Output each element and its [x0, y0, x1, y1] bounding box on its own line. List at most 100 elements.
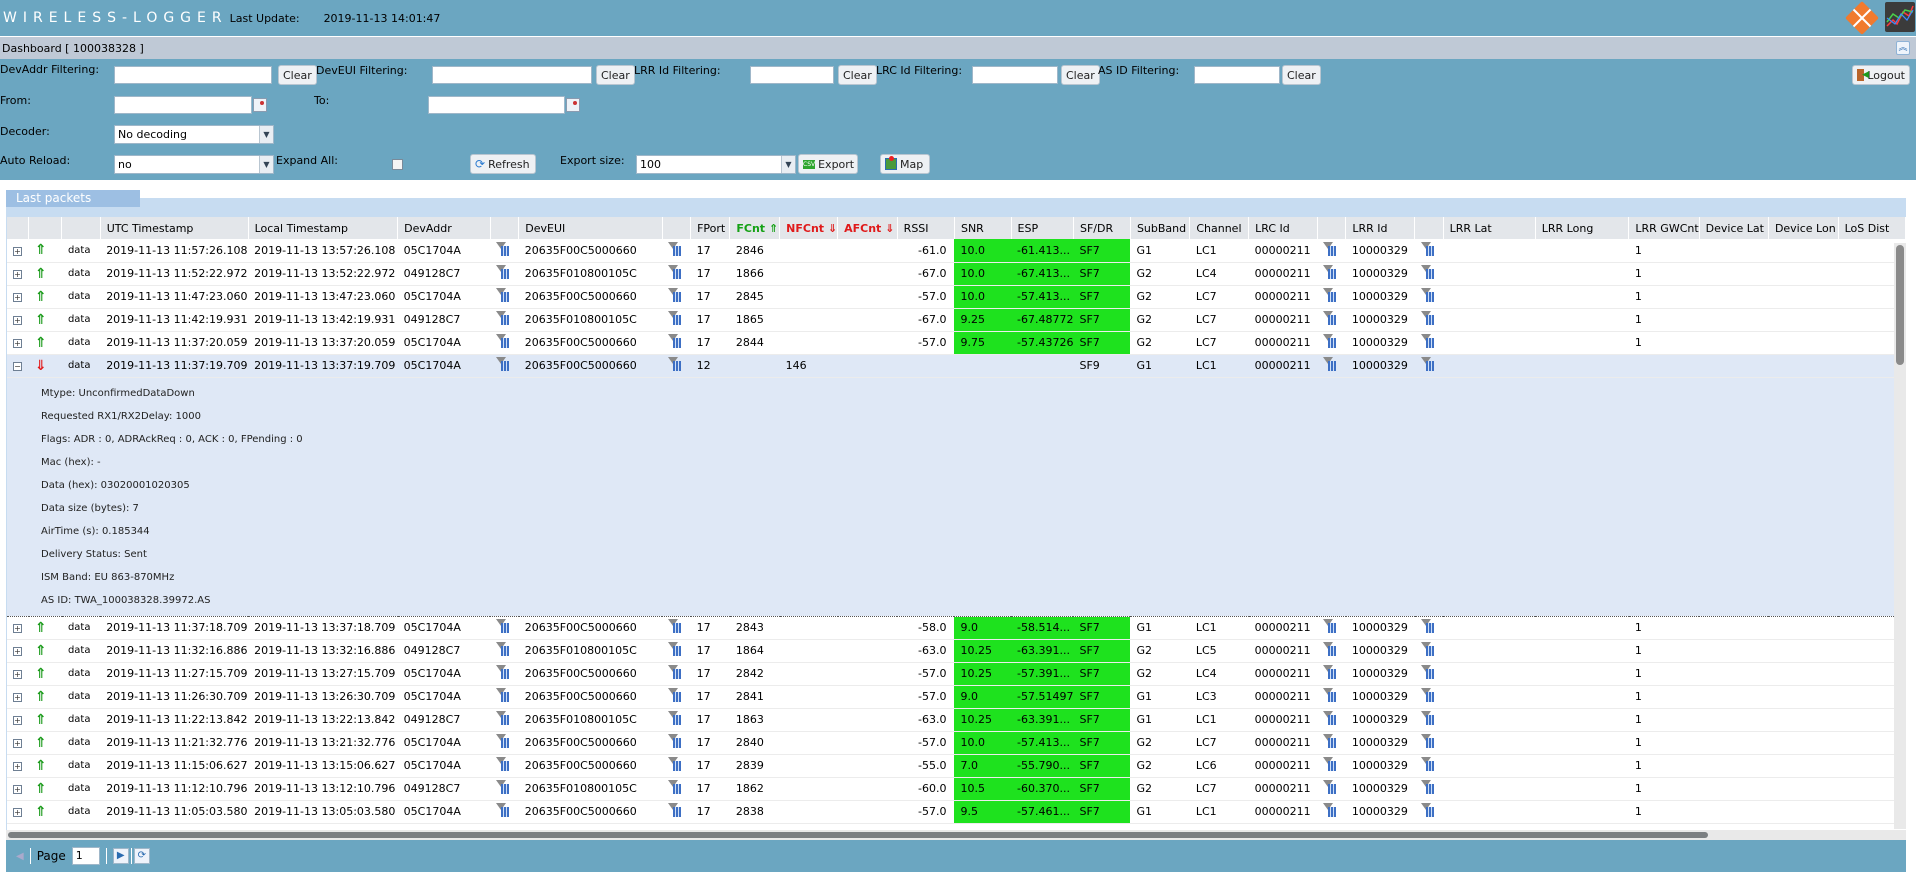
- filter-icon[interactable]: [1420, 287, 1435, 303]
- filter-icon[interactable]: [1323, 264, 1337, 280]
- filter-icon[interactable]: [668, 756, 682, 772]
- filter-icon[interactable]: [668, 710, 682, 726]
- filter-icon[interactable]: [1420, 241, 1435, 257]
- expand-row-icon[interactable]: +: [13, 693, 22, 702]
- expand-all-checkbox[interactable]: [392, 159, 403, 170]
- deveui-filter-input[interactable]: [432, 66, 592, 84]
- table-row[interactable]: + ⇑ data 2019-11-13 11:21:32.776 2019-11-13 …: [7, 731, 1906, 755]
- filter-icon[interactable]: [668, 618, 682, 634]
- expand-row-icon[interactable]: +: [13, 270, 22, 279]
- expand-row-icon[interactable]: +: [13, 293, 22, 302]
- decoder-select[interactable]: No decoding ▼: [114, 125, 274, 144]
- filter-icon[interactable]: [1323, 641, 1337, 657]
- from-date-input[interactable]: [114, 96, 252, 114]
- filter-icon[interactable]: [496, 310, 510, 326]
- table-row[interactable]: + ⇑ data 2019-11-13 11:52:22.972 2019-11-13 …: [7, 262, 1906, 286]
- column-header[interactable]: [1317, 217, 1347, 239]
- table-row[interactable]: + ⇑ data 2019-11-13 11:27:15.709 2019-11-13 …: [7, 662, 1906, 686]
- prev-page-icon[interactable]: ◀: [16, 851, 24, 862]
- expand-row-icon[interactable]: +: [13, 339, 22, 348]
- asid-filter-input[interactable]: [1194, 66, 1280, 84]
- filter-icon[interactable]: [1323, 779, 1337, 795]
- column-header[interactable]: FPort: [690, 217, 731, 239]
- logout-button[interactable]: ◀ Logout: [1852, 65, 1910, 85]
- column-header[interactable]: UTC Timestamp: [100, 217, 249, 239]
- filter-icon[interactable]: [668, 287, 682, 303]
- column-header[interactable]: Device Lon: [1768, 217, 1839, 239]
- filter-icon[interactable]: [1420, 687, 1435, 703]
- expand-row-icon[interactable]: +: [13, 739, 22, 748]
- column-header[interactable]: FCnt ⇑: [729, 217, 781, 239]
- filter-icon[interactable]: [668, 779, 682, 795]
- filter-icon[interactable]: [1420, 802, 1435, 818]
- column-header[interactable]: [490, 217, 520, 239]
- scrollbar-thumb[interactable]: [1896, 245, 1904, 365]
- map-button[interactable]: Map: [880, 154, 930, 174]
- page-input[interactable]: 1: [71, 847, 100, 865]
- expand-row-icon[interactable]: +: [13, 624, 22, 633]
- table-row[interactable]: + ⇑ data 2019-11-13 11:15:06.627 2019-11-13 …: [7, 754, 1906, 778]
- filter-icon[interactable]: [1420, 618, 1435, 634]
- column-header[interactable]: LoS Dist: [1838, 217, 1906, 239]
- column-header[interactable]: [662, 217, 692, 239]
- column-header[interactable]: SubBand: [1130, 217, 1191, 239]
- filter-icon[interactable]: [496, 618, 510, 634]
- column-header[interactable]: DevEUI: [518, 217, 663, 239]
- expand-row-icon[interactable]: +: [13, 647, 22, 656]
- filter-icon[interactable]: [1420, 779, 1435, 795]
- filter-icon[interactable]: [1323, 356, 1337, 372]
- filter-icon[interactable]: [1323, 710, 1337, 726]
- filter-icon[interactable]: [496, 641, 510, 657]
- expand-row-icon[interactable]: +: [13, 716, 22, 725]
- collapse-row-icon[interactable]: −: [13, 362, 22, 371]
- column-header[interactable]: LRR Long: [1535, 217, 1630, 239]
- lrr-clear-button[interactable]: Clear: [838, 65, 877, 85]
- filter-icon[interactable]: [668, 333, 682, 349]
- column-header[interactable]: Device Lat: [1699, 217, 1769, 239]
- column-header[interactable]: AFCnt ⇓: [837, 217, 898, 239]
- expand-row-icon[interactable]: +: [13, 762, 22, 771]
- asid-clear-button[interactable]: Clear: [1282, 65, 1321, 85]
- filter-icon[interactable]: [668, 641, 682, 657]
- filter-icon[interactable]: [668, 310, 682, 326]
- deveui-clear-button[interactable]: Clear: [596, 65, 635, 85]
- column-header[interactable]: DevAddr: [397, 217, 491, 239]
- filter-icon[interactable]: [1420, 641, 1435, 657]
- filter-icon[interactable]: [668, 664, 682, 680]
- filter-icon[interactable]: [496, 333, 510, 349]
- table-row[interactable]: + ⇑ data 2019-11-13 11:57:26.108 2019-11-13 …: [7, 239, 1906, 263]
- expand-row-icon[interactable]: +: [13, 670, 22, 679]
- devaddr-clear-button[interactable]: Clear: [278, 65, 317, 85]
- filter-icon[interactable]: [1323, 618, 1337, 634]
- column-header[interactable]: [28, 217, 63, 239]
- filter-icon[interactable]: [496, 710, 510, 726]
- column-header[interactable]: LRC Id: [1248, 217, 1318, 239]
- filter-icon[interactable]: [1323, 802, 1337, 818]
- lrc-clear-button[interactable]: Clear: [1061, 65, 1100, 85]
- filter-icon[interactable]: [1323, 241, 1337, 257]
- column-header[interactable]: SF/DR: [1073, 217, 1131, 239]
- filter-icon[interactable]: [496, 287, 510, 303]
- table-row[interactable]: + ⇑ data 2019-11-13 11:47:23.060 2019-11-13 …: [7, 285, 1906, 309]
- filter-icon[interactable]: [1420, 310, 1435, 326]
- filter-icon[interactable]: [496, 756, 510, 772]
- double-chevron-up-icon[interactable]: ︽: [1896, 41, 1910, 55]
- filter-icon[interactable]: [496, 802, 510, 818]
- table-row[interactable]: − ⇓ data 2019-11-13 11:37:19.709 2019-11-13 …: [7, 353, 1906, 378]
- filter-icon[interactable]: [1420, 710, 1435, 726]
- table-row[interactable]: + ⇑ data 2019-11-13 11:22:13.842 2019-11-13 …: [7, 708, 1906, 732]
- filter-icon[interactable]: [1323, 756, 1337, 772]
- filter-icon[interactable]: [1323, 733, 1337, 749]
- lrc-filter-input[interactable]: [972, 66, 1058, 84]
- to-date-input[interactable]: [428, 96, 565, 114]
- column-header[interactable]: LRR Id: [1345, 217, 1416, 239]
- filter-icon[interactable]: [1323, 687, 1337, 703]
- column-header[interactable]: [1414, 217, 1444, 239]
- column-header[interactable]: SNR: [954, 217, 1012, 239]
- filter-icon[interactable]: [668, 802, 682, 818]
- filter-icon[interactable]: [1420, 264, 1435, 280]
- column-header[interactable]: Local Timestamp: [248, 217, 399, 239]
- expand-row-icon[interactable]: +: [13, 246, 22, 256]
- filter-icon[interactable]: [1420, 664, 1435, 680]
- filter-icon[interactable]: [1420, 756, 1435, 772]
